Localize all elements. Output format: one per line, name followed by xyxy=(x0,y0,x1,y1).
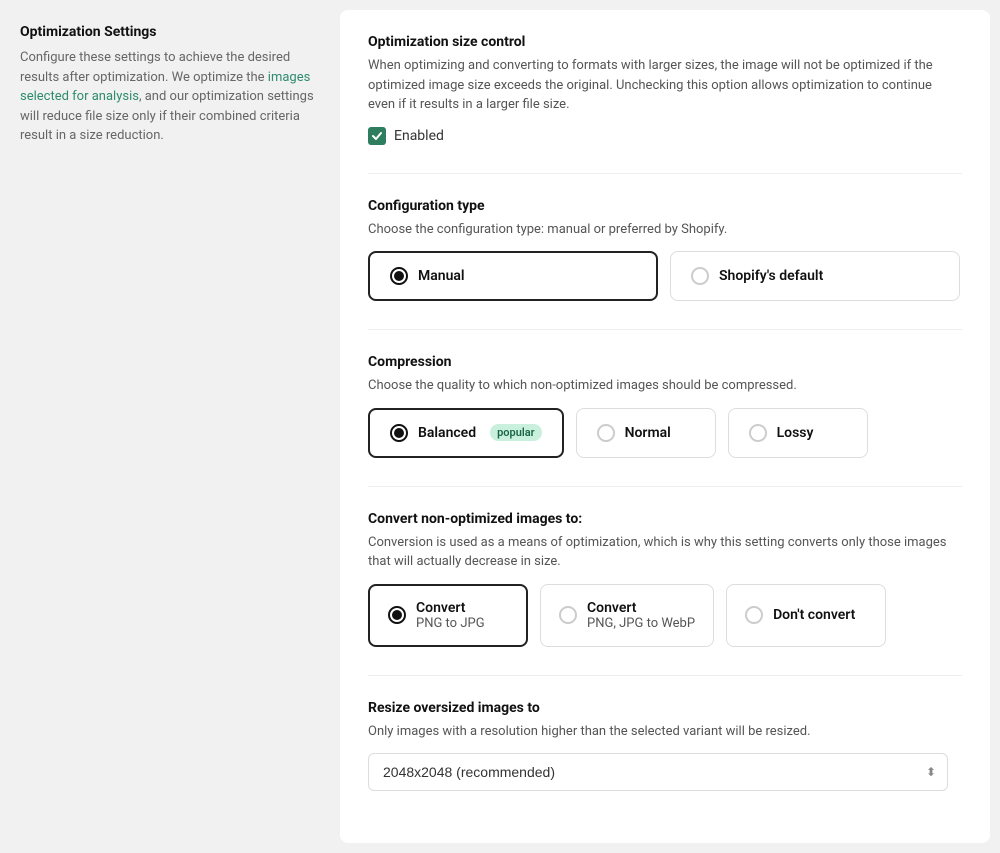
enabled-checkbox-row[interactable]: Enabled xyxy=(368,127,962,145)
config-type-label-manual: Manual xyxy=(418,268,465,284)
radio-circle-png-jpg xyxy=(388,606,406,624)
convert-option-webp[interactable]: Convert PNG, JPG to WebP xyxy=(540,584,714,647)
resize-section: Resize oversized images to Only images w… xyxy=(368,700,962,792)
sidebar: Optimization Settings Configure these se… xyxy=(0,0,340,853)
convert-title: Convert non-optimized images to: xyxy=(368,511,962,527)
divider-1 xyxy=(368,173,962,174)
resize-select[interactable]: 2048x2048 (recommended) 1024x1024 4096x4… xyxy=(368,753,948,791)
resize-select-wrapper: 2048x2048 (recommended) 1024x1024 4096x4… xyxy=(368,753,948,791)
radio-circle-webp xyxy=(559,606,577,624)
size-control-description: When optimizing and converting to format… xyxy=(368,56,962,115)
convert-option-dont-convert[interactable]: Don't convert xyxy=(726,584,886,647)
sidebar-description: Configure these settings to achieve the … xyxy=(20,48,320,146)
radio-circle-manual xyxy=(390,267,408,285)
sidebar-title: Optimization Settings xyxy=(20,24,320,40)
convert-main-dont-convert: Don't convert xyxy=(773,607,855,623)
config-type-label-shopify: Shopify's default xyxy=(719,268,823,284)
convert-option-png-jpg[interactable]: Convert PNG to JPG xyxy=(368,584,528,647)
compression-option-normal[interactable]: Normal xyxy=(576,408,716,458)
compression-radio-group: Balanced popular Normal Lossy xyxy=(368,408,962,458)
config-type-radio-group: Manual Shopify's default xyxy=(368,251,962,301)
compression-title: Compression xyxy=(368,354,962,370)
compression-description: Choose the quality to which non-optimize… xyxy=(368,376,962,396)
popular-badge: popular xyxy=(490,424,541,441)
compression-option-balanced[interactable]: Balanced popular xyxy=(368,408,564,458)
convert-sub-png-jpg: PNG to JPG xyxy=(416,616,485,631)
enabled-checkbox-label: Enabled xyxy=(394,128,444,144)
radio-circle-lossy xyxy=(749,424,767,442)
convert-sub-webp: PNG, JPG to WebP xyxy=(587,616,695,631)
config-type-description: Choose the configuration type: manual or… xyxy=(368,220,962,240)
convert-main-webp: Convert xyxy=(587,600,695,616)
radio-circle-dont-convert xyxy=(745,606,763,624)
config-type-option-manual[interactable]: Manual xyxy=(368,251,658,301)
divider-2 xyxy=(368,329,962,330)
size-control-title: Optimization size control xyxy=(368,34,962,50)
compression-label-lossy: Lossy xyxy=(777,425,814,441)
convert-text-png-jpg: Convert PNG to JPG xyxy=(416,600,485,631)
config-type-section: Configuration type Choose the configurat… xyxy=(368,198,962,302)
divider-4 xyxy=(368,675,962,676)
convert-text-webp: Convert PNG, JPG to WebP xyxy=(587,600,695,631)
radio-circle-shopify xyxy=(691,267,709,285)
convert-text-dont-convert: Don't convert xyxy=(773,607,855,623)
convert-description: Conversion is used as a means of optimiz… xyxy=(368,533,962,572)
compression-label-normal: Normal xyxy=(625,425,671,441)
compression-section: Compression Choose the quality to which … xyxy=(368,354,962,458)
radio-circle-normal xyxy=(597,424,615,442)
config-type-option-shopify[interactable]: Shopify's default xyxy=(670,251,960,301)
resize-title: Resize oversized images to xyxy=(368,700,962,716)
resize-description: Only images with a resolution higher tha… xyxy=(368,722,962,742)
convert-radio-group: Convert PNG to JPG Convert PNG, JPG to W… xyxy=(368,584,962,647)
size-control-section: Optimization size control When optimizin… xyxy=(368,34,962,145)
main-panel: Optimization size control When optimizin… xyxy=(340,10,990,843)
enabled-checkbox[interactable] xyxy=(368,127,386,145)
compression-option-lossy[interactable]: Lossy xyxy=(728,408,868,458)
convert-section: Convert non-optimized images to: Convers… xyxy=(368,511,962,647)
divider-3 xyxy=(368,486,962,487)
config-type-title: Configuration type xyxy=(368,198,962,214)
radio-circle-balanced xyxy=(390,424,408,442)
compression-label-balanced: Balanced xyxy=(418,425,476,441)
convert-main-png-jpg: Convert xyxy=(416,600,485,616)
